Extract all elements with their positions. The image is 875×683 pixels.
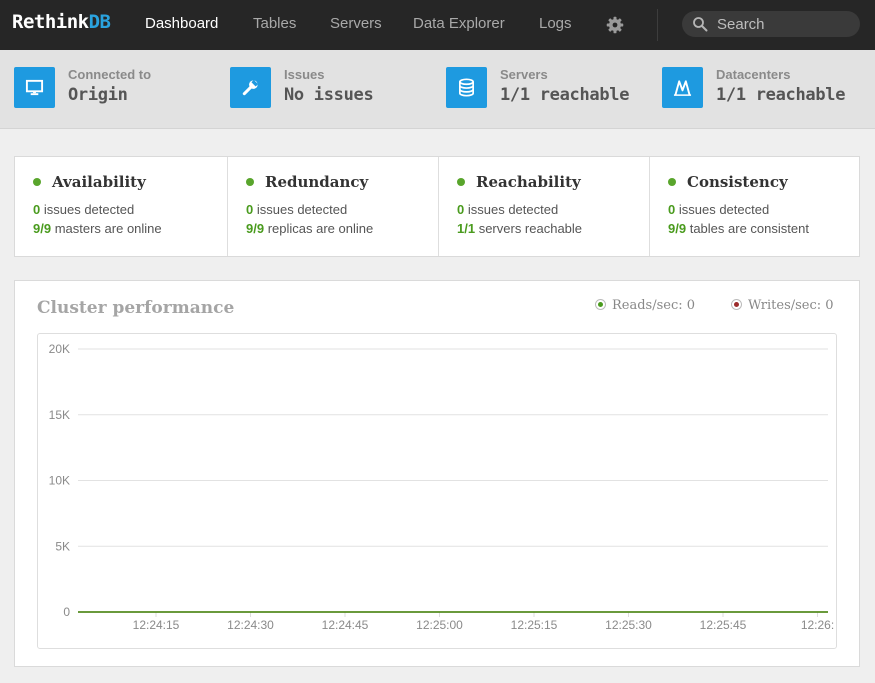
consistency-card: Consistency 0 issues detected 9/9 tables…	[649, 157, 859, 256]
ratio-text: servers reachable	[478, 221, 583, 236]
x-tick-label: 12:24:30	[227, 618, 274, 632]
cluster-status-bar: Connected to Origin Issues No issues Ser…	[0, 50, 875, 129]
ratio-line: 9/9 masters are online	[33, 221, 162, 236]
wrench-icon	[230, 67, 271, 108]
reachability-card: Reachability 0 issues detected 1/1 serve…	[438, 157, 649, 256]
performance-chart-svg: 0 5K 10K 15K 20K 12:24:15 12:24:30 12:24:45 12:2…	[49, 342, 835, 632]
search-input[interactable]	[717, 14, 853, 34]
x-tick-label: 12:24:15	[133, 618, 180, 632]
card-title: Availability	[52, 173, 146, 191]
issues-detected-line: 0 issues detected	[668, 202, 769, 217]
status-ok-dot	[246, 178, 254, 186]
issues-detected-line: 0 issues detected	[33, 202, 134, 217]
brand-text-db: DB	[88, 11, 111, 33]
status-value: 1/1 reachable	[716, 85, 846, 105]
top-navbar: RethinkDB Dashboard Tables Servers Data …	[0, 0, 875, 50]
cluster-performance-panel: Cluster performance Reads/sec: 0 Writes/…	[14, 280, 860, 667]
issue-count: 0	[33, 202, 41, 217]
x-tick-label: 12:25:30	[605, 618, 652, 632]
x-tick-label: 12:25:15	[511, 618, 558, 632]
nav-tables[interactable]: Tables	[253, 15, 296, 32]
x-tick-label: 12:26:	[801, 618, 834, 632]
y-tick-label: 5K	[55, 539, 70, 553]
monitor-icon	[14, 67, 55, 108]
gear-icon[interactable]	[606, 16, 624, 34]
nav-logs[interactable]: Logs	[539, 15, 572, 32]
issue-count: 0	[246, 202, 254, 217]
search-icon	[693, 17, 708, 32]
y-tick-label: 10K	[49, 474, 70, 488]
ratio-value: 9/9	[246, 221, 265, 236]
datacenter-icon	[662, 67, 703, 108]
status-value: 1/1 reachable	[500, 85, 630, 105]
availability-card: Availability 0 issues detected 9/9 maste…	[15, 157, 227, 256]
y-tick-label: 20K	[49, 342, 70, 356]
ratio-text: replicas are online	[267, 221, 374, 236]
ratio-text: tables are consistent	[689, 221, 809, 236]
status-label: Connected to	[68, 67, 152, 82]
reads-legend-dot	[595, 299, 606, 310]
status-label: Servers	[500, 67, 548, 82]
nav-data-explorer[interactable]: Data Explorer	[413, 15, 505, 32]
brand-text: Rethink	[12, 11, 89, 33]
status-value: Origin	[68, 85, 128, 105]
nav-servers[interactable]: Servers	[330, 15, 382, 32]
y-tick-label: 0	[63, 605, 70, 619]
status-label: Datacenters	[716, 67, 791, 82]
issue-count-text: issues detected	[678, 202, 770, 217]
status-value: No issues	[284, 85, 374, 105]
issues-detected-line: 0 issues detected	[457, 202, 558, 217]
status-ok-dot	[668, 178, 676, 186]
y-tick-label: 15K	[49, 408, 70, 422]
x-tick-label: 12:25:00	[416, 618, 463, 632]
panel-title: Cluster performance	[37, 298, 235, 318]
ratio-value: 9/9	[668, 221, 687, 236]
x-tick-label: 12:25:45	[700, 618, 747, 632]
status-ok-dot	[457, 178, 465, 186]
issue-count-text: issues detected	[467, 202, 559, 217]
ratio-value: 1/1	[457, 221, 476, 236]
writes-legend-dot	[731, 299, 742, 310]
writes-legend-label: Writes/sec: 0	[748, 298, 834, 313]
issues-summary-panel: Availability 0 issues detected 9/9 maste…	[14, 156, 860, 257]
reads-legend-label: Reads/sec: 0	[612, 298, 696, 313]
card-title: Redundancy	[265, 173, 369, 191]
status-label: Issues	[284, 67, 325, 82]
ratio-text: masters are online	[54, 221, 162, 236]
database-icon	[446, 67, 487, 108]
issue-count: 0	[668, 202, 676, 217]
status-ok-dot	[33, 178, 41, 186]
nav-divider	[657, 9, 658, 41]
ratio-line: 1/1 servers reachable	[457, 221, 582, 236]
x-tick-label: 12:24:45	[322, 618, 369, 632]
nav-dashboard[interactable]: Dashboard	[145, 15, 218, 32]
issue-count: 0	[457, 202, 465, 217]
performance-chart: 0 5K 10K 15K 20K 12:24:15 12:24:30 12:24:45 12:2…	[37, 333, 837, 649]
rethinkdb-logo[interactable]: RethinkDB	[12, 11, 111, 33]
card-title: Reachability	[476, 173, 581, 191]
issues-detected-line: 0 issues detected	[246, 202, 347, 217]
ratio-value: 9/9	[33, 221, 52, 236]
legend-reads[interactable]: Reads/sec: 0	[595, 298, 695, 313]
redundancy-card: Redundancy 0 issues detected 9/9 replica…	[227, 157, 438, 256]
ratio-line: 9/9 replicas are online	[246, 221, 373, 236]
search-box[interactable]	[682, 11, 860, 37]
card-title: Consistency	[687, 173, 788, 191]
ratio-line: 9/9 tables are consistent	[668, 221, 809, 236]
legend-writes[interactable]: Writes/sec: 0	[731, 298, 834, 313]
issue-count-text: issues detected	[43, 202, 135, 217]
issue-count-text: issues detected	[256, 202, 348, 217]
